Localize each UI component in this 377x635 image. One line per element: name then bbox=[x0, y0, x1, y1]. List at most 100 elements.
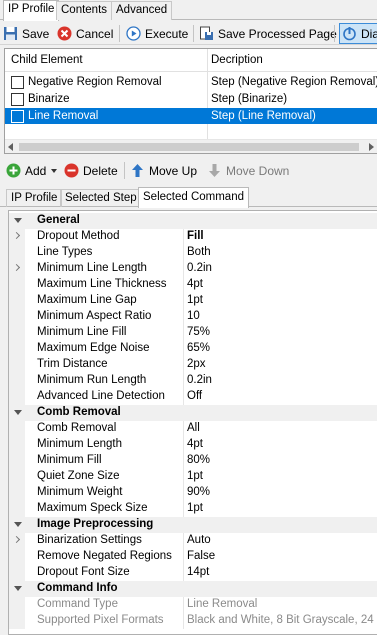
cancel-button[interactable]: Cancel bbox=[57, 23, 113, 44]
property-value[interactable]: 1pt bbox=[187, 501, 203, 516]
tab-advanced[interactable]: Advanced bbox=[111, 1, 173, 20]
grid-row-line-removal[interactable]: Line Removal Step (Line Removal) bbox=[5, 108, 377, 124]
line-removal-icon bbox=[11, 109, 24, 123]
save-processed-page-button[interactable]: Save Processed Page bbox=[199, 23, 337, 44]
property-row[interactable]: Line Types Both bbox=[9, 245, 377, 261]
property-value[interactable]: All bbox=[187, 421, 200, 436]
property-value[interactable]: Black and White, 8 Bit Grayscale, 24 B bbox=[187, 613, 377, 628]
property-row[interactable]: Maximum Line Gap 1pt bbox=[9, 293, 377, 309]
collapse-arrow-icon[interactable] bbox=[14, 410, 22, 415]
property-row[interactable]: Maximum Line Thickness 4pt bbox=[9, 277, 377, 293]
property-value[interactable]: 4pt bbox=[187, 437, 203, 452]
collapse-arrow-icon[interactable] bbox=[14, 218, 22, 223]
property-value[interactable]: 90% bbox=[187, 485, 210, 500]
child-name: Binarize bbox=[28, 93, 70, 105]
property-row[interactable]: Minimum Run Length 0.2in bbox=[9, 373, 377, 389]
scroll-left-icon[interactable] bbox=[8, 143, 13, 151]
grid-row-binarize[interactable]: Binarize Step (Binarize) bbox=[5, 91, 377, 107]
property-value[interactable]: 2px bbox=[187, 357, 206, 372]
column-divider bbox=[183, 533, 184, 549]
property-name: Line Types bbox=[37, 246, 93, 258]
arrow-down-icon bbox=[207, 163, 222, 178]
column-header-description[interactable]: Decription bbox=[211, 54, 263, 66]
property-value[interactable]: 0.2in bbox=[187, 373, 212, 388]
move-up-button[interactable]: Move Up bbox=[130, 160, 197, 181]
property-row[interactable]: Minimum Aspect Ratio 10 bbox=[9, 309, 377, 325]
property-value[interactable]: 0.2in bbox=[187, 261, 212, 276]
play-icon bbox=[126, 26, 141, 41]
row-gutter bbox=[9, 597, 25, 613]
property-value[interactable]: Both bbox=[187, 245, 211, 260]
property-row[interactable]: Supported Pixel Formats Black and White, … bbox=[9, 613, 377, 629]
property-row[interactable]: Dropout Method Fill bbox=[9, 229, 377, 245]
property-row[interactable]: Minimum Fill 80% bbox=[9, 453, 377, 469]
column-divider bbox=[183, 357, 184, 373]
chevron-down-icon[interactable] bbox=[51, 168, 58, 173]
property-value[interactable]: 1pt bbox=[187, 469, 203, 484]
diagnostics-button[interactable]: Diag bbox=[339, 23, 377, 44]
property-value[interactable]: Off bbox=[187, 389, 202, 404]
category-general[interactable]: General bbox=[9, 213, 377, 229]
property-value[interactable]: 4pt bbox=[187, 277, 203, 292]
property-value[interactable]: 1pt bbox=[187, 293, 203, 308]
scrollbar-thumb[interactable] bbox=[19, 143, 359, 151]
property-row[interactable]: Trim Distance 2px bbox=[9, 357, 377, 373]
delete-label: Delete bbox=[83, 163, 118, 178]
property-row[interactable]: Maximum Edge Noise 65% bbox=[9, 341, 377, 357]
column-divider bbox=[183, 437, 184, 453]
scroll-right-icon[interactable] bbox=[369, 143, 374, 151]
property-row[interactable]: Minimum Length 4pt bbox=[9, 437, 377, 453]
add-button[interactable]: Add bbox=[6, 160, 58, 181]
property-row[interactable]: Remove Negated Regions False bbox=[9, 549, 377, 565]
add-label: Add bbox=[25, 163, 47, 178]
binarize-icon bbox=[11, 92, 24, 106]
property-row[interactable]: Quiet Zone Size 1pt bbox=[9, 469, 377, 485]
property-row[interactable]: Binarization Settings Auto bbox=[9, 533, 377, 549]
property-value[interactable]: Fill bbox=[187, 229, 204, 244]
property-value[interactable]: 10 bbox=[187, 309, 200, 324]
horizontal-scrollbar[interactable] bbox=[5, 139, 377, 153]
property-row[interactable]: Dropout Font Size 14pt bbox=[9, 565, 377, 581]
property-value[interactable]: 14pt bbox=[187, 565, 209, 580]
row-gutter bbox=[9, 389, 25, 405]
property-value[interactable]: 65% bbox=[187, 341, 210, 356]
category-comb[interactable]: Comb Removal bbox=[9, 405, 377, 421]
toolbar-separator bbox=[193, 25, 194, 42]
move-down-button[interactable]: Move Down bbox=[207, 160, 289, 181]
save-button[interactable]: Save bbox=[3, 23, 49, 44]
tab-selected-command[interactable]: Selected Command bbox=[138, 187, 249, 208]
column-header-child-element[interactable]: Child Element bbox=[11, 54, 83, 66]
tab-contents[interactable]: Contents bbox=[56, 1, 113, 20]
property-value[interactable]: Auto bbox=[187, 533, 211, 548]
step-toolbar: Add Delete Move Up Move Down bbox=[0, 158, 377, 182]
row-description: Step (Negative Region Removal) bbox=[211, 76, 377, 88]
execute-label: Execute bbox=[145, 26, 189, 41]
tab-ip-profile[interactable]: IP Profile bbox=[3, 0, 60, 21]
property-row[interactable]: Maximum Speck Size 1pt bbox=[9, 501, 377, 517]
property-value[interactable]: 80% bbox=[187, 453, 210, 468]
property-row[interactable]: Command Type Line Removal bbox=[9, 597, 377, 613]
column-divider bbox=[183, 501, 184, 517]
property-row[interactable]: Advanced Line Detection Off bbox=[9, 389, 377, 405]
execute-button[interactable]: Execute bbox=[126, 23, 188, 44]
tab-selected-step[interactable]: Selected Step bbox=[60, 189, 142, 207]
column-divider bbox=[183, 469, 184, 485]
cancel-label: Cancel bbox=[76, 26, 114, 41]
collapse-arrow-icon[interactable] bbox=[14, 522, 22, 527]
delete-button[interactable]: Delete bbox=[64, 160, 118, 181]
category-info[interactable]: Command Info bbox=[9, 581, 377, 597]
property-value[interactable]: Line Removal bbox=[187, 597, 257, 612]
collapse-arrow-icon[interactable] bbox=[14, 586, 22, 591]
property-row[interactable]: Comb Removal All bbox=[9, 421, 377, 437]
property-row[interactable]: Minimum Line Length 0.2in bbox=[9, 261, 377, 277]
tab-ip-profile-properties[interactable]: IP Profile bbox=[6, 189, 63, 207]
grid-row-negative-region-removal[interactable]: Negative Region Removal Step (Negative R… bbox=[5, 74, 377, 90]
category-preproc[interactable]: Image Preprocessing bbox=[9, 517, 377, 533]
column-divider bbox=[183, 421, 184, 437]
column-divider bbox=[183, 373, 184, 389]
column-divider bbox=[183, 229, 184, 245]
property-row[interactable]: Minimum Weight 90% bbox=[9, 485, 377, 501]
property-value[interactable]: False bbox=[187, 549, 215, 564]
property-value[interactable]: 75% bbox=[187, 325, 210, 340]
property-row[interactable]: Minimum Line Fill 75% bbox=[9, 325, 377, 341]
